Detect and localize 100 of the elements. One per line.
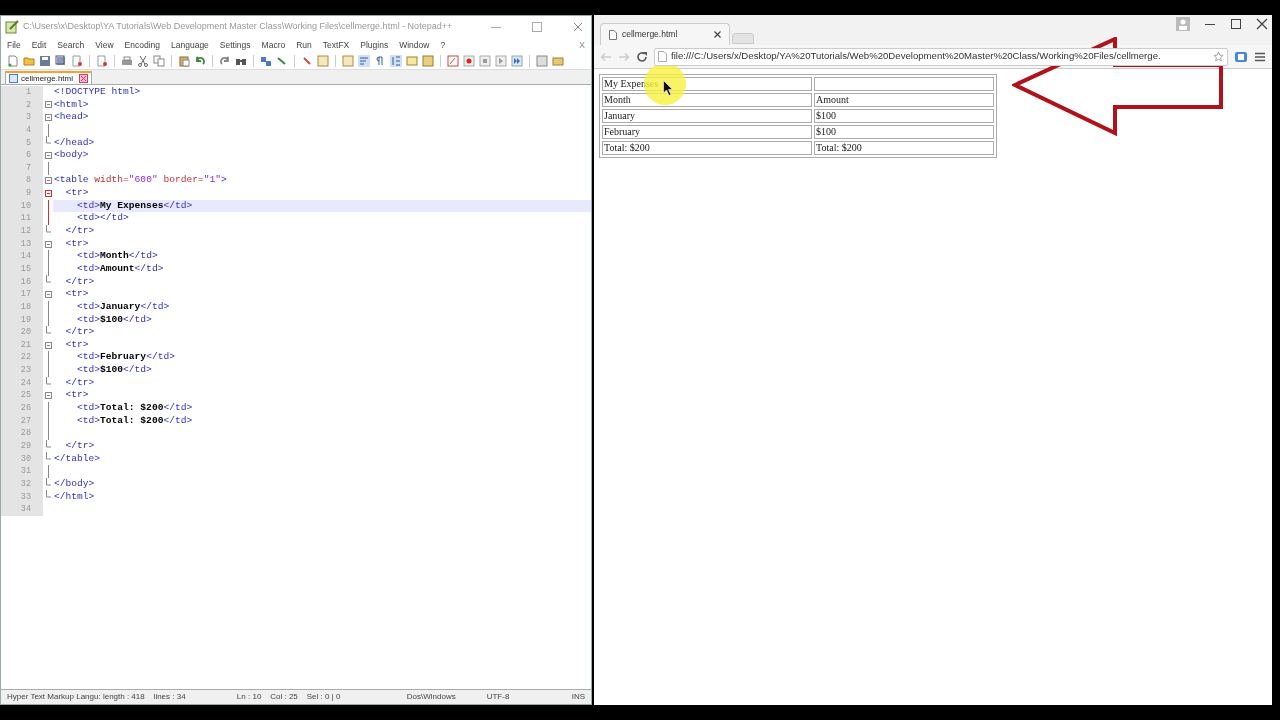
file-icon xyxy=(9,74,18,83)
code-line: <td>Total: $200</td> xyxy=(76,414,194,428)
play-icon[interactable] xyxy=(495,55,507,67)
code-line: <body> xyxy=(53,149,90,162)
menu-item[interactable]: TextFX xyxy=(322,39,350,52)
close-tab-icon[interactable] xyxy=(714,31,721,38)
paste-icon[interactable] xyxy=(178,55,190,67)
user-icon[interactable] xyxy=(1176,17,1190,31)
scissors-icon[interactable] xyxy=(137,55,149,67)
menu-item[interactable]: Macro xyxy=(261,39,286,52)
line-number: 20 xyxy=(1,326,43,339)
redo-icon[interactable] xyxy=(219,55,231,67)
fold-toggle-icon[interactable] xyxy=(44,114,52,122)
reload-icon[interactable] xyxy=(636,50,648,63)
menu-item[interactable]: Search xyxy=(57,39,85,52)
fold-toggle-icon[interactable] xyxy=(44,291,52,299)
code-line: <td>February</td> xyxy=(76,351,176,365)
menu-icon[interactable] xyxy=(1254,50,1266,63)
status-text: Ln : 10 Col : 25 Sel : 0 | 0 xyxy=(236,691,342,703)
stop-icon[interactable] xyxy=(479,55,491,67)
file-tab[interactable]: cellmerge.html xyxy=(5,71,92,84)
folder-icon[interactable] xyxy=(23,55,35,67)
table-cell: Month xyxy=(602,93,812,107)
code-line: </table> xyxy=(53,452,102,466)
code-line: </tr> xyxy=(64,275,96,289)
word-wrap-icon[interactable] xyxy=(358,55,370,67)
fast-forward-icon[interactable] xyxy=(511,55,523,67)
maximize-button[interactable] xyxy=(1230,18,1242,30)
code-line: <td>$100</td> xyxy=(76,313,153,327)
fold-toggle-icon[interactable] xyxy=(44,101,52,109)
notepad-icon xyxy=(5,20,19,34)
code-line: </tr> xyxy=(64,439,96,453)
close-button[interactable] xyxy=(1256,18,1268,30)
menu-item[interactable]: Encoding xyxy=(124,39,161,52)
menu-item[interactable]: Window xyxy=(399,39,430,52)
fold-toggle-icon[interactable] xyxy=(44,189,52,197)
code-line: </html> xyxy=(53,490,96,504)
browser-tab[interactable]: cellmerge.html xyxy=(600,23,730,45)
menu-item[interactable]: Settings xyxy=(219,39,251,52)
line-number: 23 xyxy=(1,364,43,377)
code-line: <html> xyxy=(53,98,90,112)
code-line: </tr> xyxy=(64,225,96,238)
code-line: <td>Month</td> xyxy=(76,250,159,263)
menu-item[interactable]: Language xyxy=(171,39,209,52)
menu-item[interactable]: ? xyxy=(440,39,446,52)
save-icon[interactable] xyxy=(39,55,51,67)
line-number: 34 xyxy=(1,503,43,516)
fold-toggle-icon[interactable] xyxy=(44,341,52,349)
undo-icon[interactable] xyxy=(194,55,206,67)
table-cell: February xyxy=(602,125,812,139)
code-line: <!DOCTYPE html> xyxy=(53,86,142,99)
line-number: 31 xyxy=(1,465,43,478)
fold-toggle-icon[interactable] xyxy=(44,240,52,248)
close-file-icon[interactable] xyxy=(71,55,83,67)
close-all-icon[interactable] xyxy=(96,55,108,67)
code-line: <td></td> xyxy=(76,212,130,226)
fold-toggle-icon[interactable] xyxy=(44,152,52,159)
menu-item[interactable]: File xyxy=(7,39,21,52)
menu-item[interactable]: Plugins xyxy=(360,39,389,52)
line-number: 3 xyxy=(1,111,43,124)
menu-item[interactable]: Edit xyxy=(31,39,47,52)
save-all-icon[interactable] xyxy=(55,55,67,67)
copy-icon[interactable] xyxy=(153,55,165,67)
table-cell: Total: $200 xyxy=(602,141,812,155)
fold-toggle-icon[interactable] xyxy=(44,177,52,185)
fold-toggle-icon[interactable] xyxy=(44,392,52,400)
status-text: Dos\Windows xyxy=(406,691,457,703)
printer-icon[interactable] xyxy=(121,55,133,67)
line-number: 1 xyxy=(1,86,43,99)
code-line: <tr> xyxy=(64,389,90,402)
extension-icon[interactable] xyxy=(1234,50,1248,63)
code-line: <table width="600" border="1"> xyxy=(53,174,228,188)
code-line: <tr> xyxy=(64,187,90,200)
page-icon xyxy=(609,29,617,40)
address-bar[interactable]: file:///C:/Users/x/Desktop/YA%20Tutorials/Web%20Development%20Master%20Class/Working%20Files/cellmerge. xyxy=(654,47,1228,66)
line-number: 14 xyxy=(1,250,43,263)
close-document-button[interactable]: X xyxy=(579,39,585,52)
line-number: 28 xyxy=(1,427,43,440)
pilcrow-icon[interactable] xyxy=(374,55,386,67)
line-number: 17 xyxy=(1,288,43,301)
window-title: C:\Users\x\Desktop\YA Tutorials\Web Development Master Class\Working Files\cellmerge.html - Notepad++ xyxy=(23,20,454,34)
line-number: 26 xyxy=(1,402,43,415)
table-cell: Amount xyxy=(814,93,994,107)
menu-item[interactable]: View xyxy=(95,39,114,52)
code-line: <td>Amount</td> xyxy=(76,262,165,276)
line-number: 25 xyxy=(1,389,43,402)
code-line: </tr> xyxy=(64,376,96,390)
record-icon[interactable] xyxy=(463,55,475,67)
indent-guide-icon[interactable] xyxy=(390,55,402,67)
line-number: 22 xyxy=(1,351,43,365)
code-line: <head> xyxy=(53,111,90,124)
new-file-icon[interactable] xyxy=(7,55,19,67)
status-text: INS xyxy=(571,691,585,703)
star-icon[interactable] xyxy=(1213,51,1224,62)
table-cell: $100 xyxy=(814,125,994,139)
table-cell: $100 xyxy=(814,109,994,123)
function-list-icon[interactable] xyxy=(447,55,459,67)
status-text: Hyper Text Markup Langu: length : 418 lines : 34 xyxy=(7,691,187,703)
replace-icon[interactable] xyxy=(260,55,272,67)
menu-item[interactable]: Run xyxy=(296,39,312,52)
